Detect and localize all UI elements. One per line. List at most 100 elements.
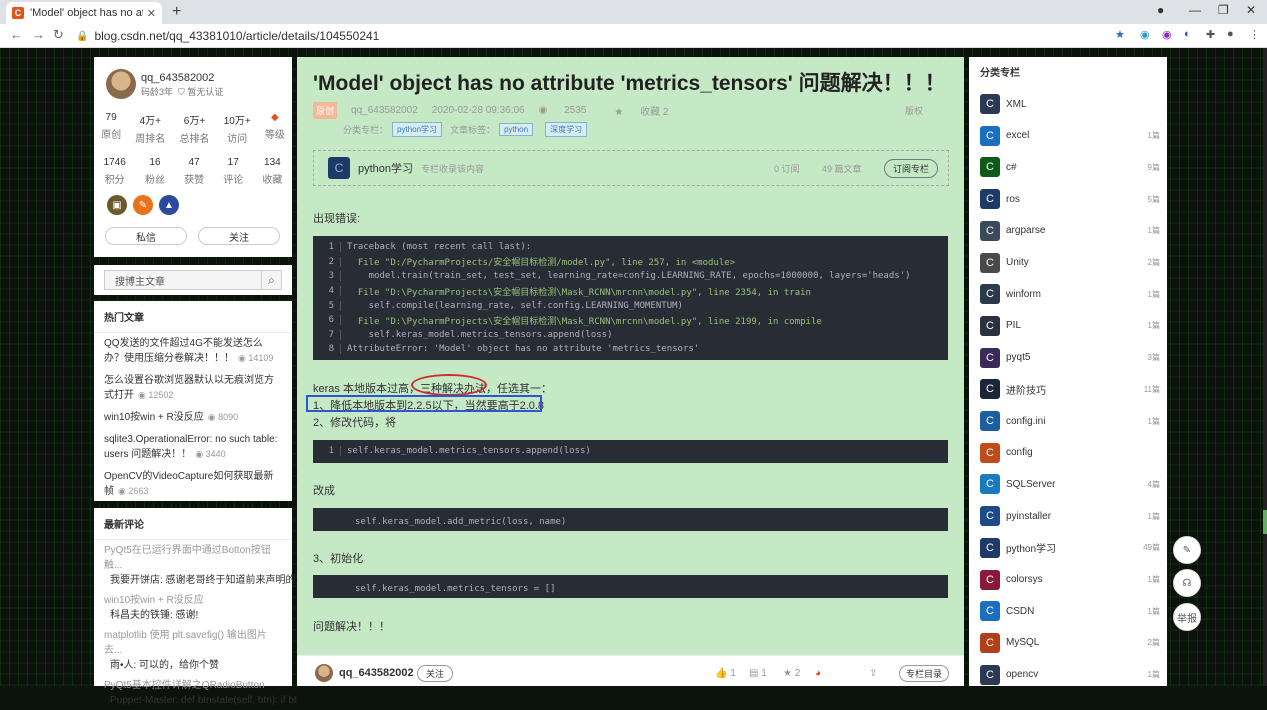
avatar[interactable] (315, 664, 333, 682)
tag-row: 分类专栏： python学习 文章标签： python 深度学习 (343, 122, 595, 137)
extension-2-icon[interactable]: ◉ (1162, 28, 1172, 41)
extension-3-icon[interactable]: ◐ (1184, 28, 1191, 40)
extension-1-icon[interactable]: ◉ (1140, 28, 1150, 41)
article-author[interactable]: qq_643582002 (351, 105, 418, 116)
view-count: ◉ 14109 (238, 353, 274, 363)
stat-fans[interactable]: 16 粉丝 (145, 157, 165, 186)
reward-icon[interactable]: ◕ (815, 668, 821, 679)
list-item[interactable]: QQ发送的文件超过4G不能发送怎么办？使用压缩分卷解决！！！ ◉ 14109 (94, 333, 292, 370)
stat-week-rank[interactable]: 4万+ 周排名 (135, 112, 165, 145)
tab-title: 'Model' object has no attribut (30, 7, 143, 19)
category-item[interactable]: Ccolorsys 1篇 (980, 569, 1160, 591)
favorite-button[interactable]: ★ 2 (783, 668, 800, 679)
category-item[interactable]: Cpyqt5 3篇 (980, 347, 1160, 369)
stat-original[interactable]: 79 原创 (101, 112, 121, 145)
avatar[interactable] (106, 69, 136, 99)
category-item[interactable]: Cargparse 1篇 (980, 220, 1160, 242)
comment-item[interactable]: win10按win + R没反应 科昌夫的铁锤: 感谢! (94, 590, 292, 625)
tag-python[interactable]: python (499, 123, 534, 136)
list-item[interactable]: OpenCV的VideoCapture如何获取最新帧 ◉ 2663 (94, 466, 292, 503)
share-icon[interactable]: ⇪ (869, 668, 877, 679)
favorites[interactable]: ★ 收藏 2 (614, 103, 682, 118)
search-icon[interactable]: ⌕ (261, 271, 281, 289)
category-item[interactable]: Cwinform 1篇 (980, 283, 1160, 305)
column-directory-button[interactable]: 专栏目录 (899, 665, 950, 682)
message-button[interactable]: 私信 (105, 227, 187, 245)
category-tag[interactable]: python学习 (392, 122, 443, 137)
scrollbar[interactable] (1263, 48, 1267, 686)
category-item[interactable]: Copencv 1篇 (980, 664, 1160, 686)
category-item[interactable]: C Unity 2篇 (980, 252, 1160, 274)
comment-button[interactable]: ▤ 1 (749, 668, 767, 679)
category-item[interactable]: C CSDN 1篇 (980, 600, 1160, 622)
tag-deep-learning[interactable]: 深度学习 (545, 122, 588, 137)
category-item[interactable]: C XML (980, 93, 1160, 115)
comment-item[interactable]: matplotlib 使用 plt.savefig() 输出图片去... 雨•人:… (94, 625, 292, 675)
subscribe-button[interactable]: 订阅专栏 (883, 158, 938, 178)
category-item[interactable]: C PIL 1篇 (980, 315, 1160, 337)
category-count: 1篇 (1147, 226, 1160, 236)
category-item[interactable]: Cconfig (980, 442, 1160, 464)
paragraph-option-2: 2、修改代码，将 (313, 417, 397, 429)
copyright[interactable]: 版权 (905, 104, 923, 117)
browser-tab[interactable]: C 'Model' object has no attribut ✕ (6, 2, 162, 24)
extensions-icon[interactable]: ✚ (1206, 28, 1215, 41)
category-count: 49篇 (1143, 543, 1160, 553)
headset-icon[interactable]: ☊ (1173, 569, 1201, 597)
category-item[interactable]: Cros 5篇 (980, 188, 1160, 210)
category-item[interactable]: Cc# 9篇 (980, 156, 1160, 178)
profile-icon[interactable]: ● (1227, 28, 1234, 40)
toolbar-author[interactable]: qq_643582002 (339, 667, 414, 679)
stat-total-rank[interactable]: 6万+ 总排名 (180, 112, 210, 145)
profile-username[interactable]: qq_643582002 (141, 72, 214, 84)
code-block-old[interactable]: 1 self.keras_model.metrics_tensors.append… (313, 440, 948, 463)
reload-icon[interactable]: ↻ (53, 27, 64, 43)
category-icon: C (980, 569, 1000, 590)
tab-close-icon[interactable]: ✕ (147, 7, 156, 20)
column-name[interactable]: python学习 (358, 160, 413, 176)
column-box: C python学习 专栏收录该内容 0 订阅 49 篇文章 订阅专栏 (313, 150, 949, 186)
stat-level[interactable]: ◆ 等级 (265, 112, 285, 145)
maximize-icon[interactable]: ❐ (1218, 3, 1229, 17)
comment-item[interactable]: PyQt5在已运行界面中通过Botton按钮触... 我要开饼店: 感谢老哥终于知… (94, 540, 395, 590)
category-item[interactable]: C SQLServer 4篇 (980, 473, 1160, 495)
paragraph-change: 改成 (313, 485, 335, 497)
comment-item[interactable]: PyQt5基本控件详解之QRadioButton Puppet-Master: d… (94, 675, 297, 710)
badge-icon[interactable]: ▲ (159, 195, 179, 215)
search-input[interactable]: 搜博主文章 ⌕ (104, 270, 282, 290)
report-button[interactable]: 举报 (1173, 603, 1201, 631)
category-item[interactable]: Cpyinstaller 1篇 (980, 505, 1160, 527)
list-item[interactable]: 怎么设置谷歌浏览器默认以无痕浏览方式打开 ◉ 12502 (94, 370, 292, 407)
forward-icon[interactable]: → (32, 27, 45, 42)
back-icon[interactable]: ← (10, 27, 23, 42)
code-block-new[interactable]: self.keras_model.add_metric(loss, name) (313, 508, 948, 531)
like-button[interactable]: 👍 1 (715, 668, 736, 679)
category-icon: C (980, 94, 1000, 114)
category-count: 1篇 (1147, 131, 1160, 141)
minimize-icon[interactable]: — (1189, 3, 1201, 17)
category-item[interactable]: Cconfig.ini 1篇 (980, 410, 1160, 432)
list-item[interactable]: sqlite3.OperationalError: no such table:… (94, 429, 292, 466)
column-desc: 专栏收录该内容 (421, 163, 485, 174)
new-tab-button[interactable]: + (172, 3, 181, 21)
star-icon[interactable]: ★ (1115, 28, 1125, 41)
code-block-traceback[interactable]: 1 Traceback (most recent call last): 2 Fi… (313, 236, 948, 360)
list-item[interactable]: win10按win + R没反应 ◉ 8090 (94, 407, 292, 429)
menu-icon[interactable]: ⋮ (1249, 28, 1260, 41)
badge-icon[interactable]: ✎ (133, 195, 153, 215)
url-field[interactable]: 🔒 blog.csdn.net/qq_43381010/article/deta… (76, 27, 1106, 45)
category-item[interactable]: Cpython学习 49篇 (980, 537, 1160, 559)
badge-icon[interactable]: ▣ (107, 195, 127, 215)
write-icon[interactable]: ✎ (1173, 536, 1201, 564)
category-item[interactable]: C MySQL 2篇 (980, 632, 1160, 654)
profile-dot-icon[interactable]: ● (1157, 3, 1164, 17)
category-sidebar: 分类专栏 C XML Cexcel 1篇 Cc# 9篇 Cros 5篇 Cargparse 1篇 C… (969, 57, 1167, 686)
scrollbar-thumb[interactable] (1263, 510, 1267, 534)
close-window-icon[interactable]: ✕ (1246, 3, 1256, 17)
category-item[interactable]: Cexcel 1篇 (980, 125, 1160, 147)
toolbar-follow-button[interactable]: 关注 (417, 665, 454, 682)
code-block-init[interactable]: self.keras_model.metrics_tensors = [] (313, 575, 948, 598)
category-name: python学习 (1006, 544, 1057, 556)
category-item[interactable]: C 进阶技巧 11篇 (980, 378, 1160, 400)
follow-button[interactable]: 关注 (198, 227, 280, 245)
